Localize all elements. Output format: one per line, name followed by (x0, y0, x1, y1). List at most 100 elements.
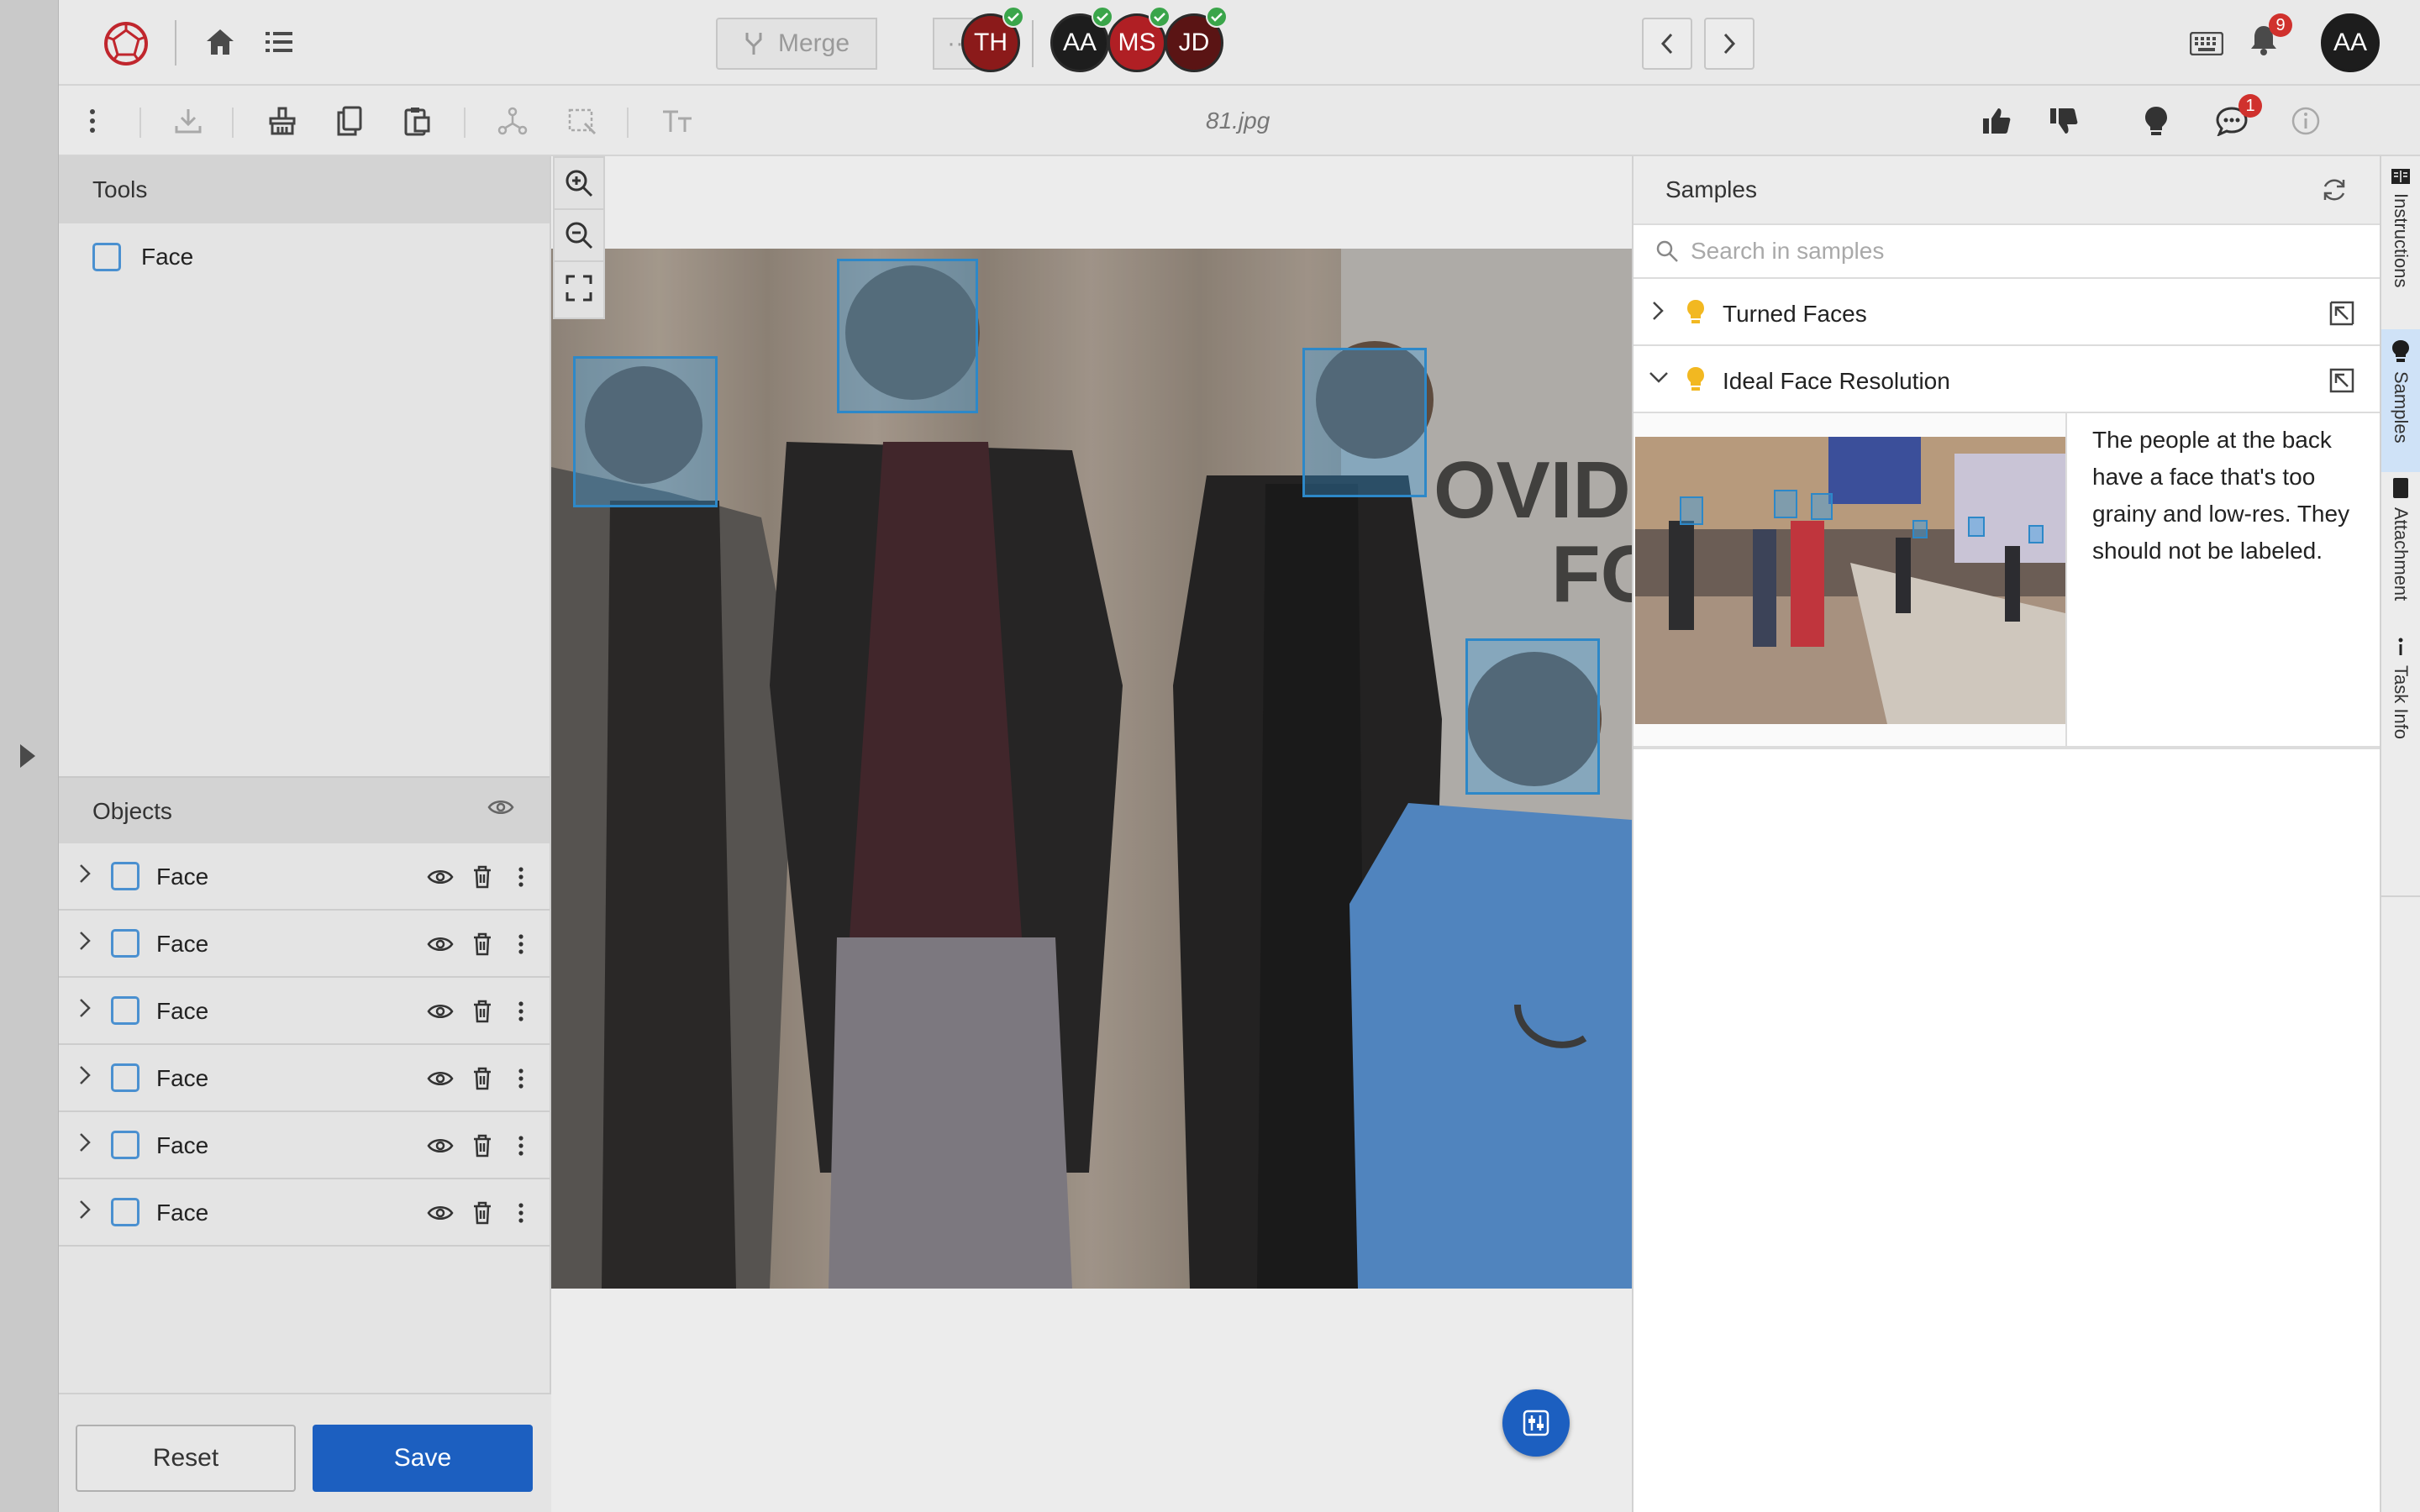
tab-samples[interactable]: Samples (2381, 329, 2420, 472)
samples-search[interactable]: Search in samples (1634, 223, 2380, 279)
search-input[interactable]: Search in samples (1691, 238, 1884, 265)
face-bounding-box[interactable] (1465, 638, 1600, 795)
copy-icon[interactable] (329, 101, 370, 141)
chevron-right-icon[interactable] (77, 1198, 92, 1221)
eye-icon[interactable] (424, 860, 457, 894)
clean-brush-icon[interactable] (262, 101, 302, 141)
object-row[interactable]: Face (59, 843, 550, 911)
check-icon (1002, 6, 1024, 28)
more-vertical-icon[interactable] (72, 101, 113, 141)
trash-icon[interactable] (466, 1129, 499, 1163)
annotated-image[interactable]: OVID FC (551, 249, 1632, 1289)
object-row[interactable]: Face (59, 1045, 550, 1112)
more-vertical-icon[interactable] (504, 1062, 538, 1095)
object-checkbox[interactable] (111, 1063, 139, 1092)
thumbs-down-icon[interactable] (2044, 101, 2084, 141)
object-checkbox[interactable] (111, 1131, 139, 1159)
more-vertical-icon[interactable] (504, 1129, 538, 1163)
open-external-icon[interactable] (2329, 368, 2354, 393)
open-external-icon[interactable] (2329, 301, 2354, 326)
trash-icon[interactable] (466, 1062, 499, 1095)
sample-card: The people at the back have a face that'… (1634, 413, 2380, 749)
object-checkbox[interactable] (111, 862, 139, 890)
home-icon[interactable] (200, 22, 240, 62)
more-vertical-icon[interactable] (504, 860, 538, 894)
object-row[interactable]: Face (59, 978, 550, 1045)
eye-icon[interactable] (424, 1196, 457, 1230)
more-vertical-icon[interactable] (504, 995, 538, 1028)
bounding-box-icon[interactable] (561, 101, 602, 141)
sample-item-turned-faces[interactable]: Turned Faces (1634, 279, 2380, 346)
sample-description: The people at the back have a face that'… (2092, 427, 2350, 564)
tab-task-info[interactable]: Task Info (2381, 627, 2420, 739)
object-checkbox[interactable] (111, 929, 139, 958)
notification-badge: 9 (2269, 13, 2292, 37)
lightbulb-icon (1687, 300, 1704, 323)
zoom-in-button[interactable] (555, 158, 603, 210)
more-vertical-icon[interactable] (504, 1196, 538, 1230)
collaborator-avatar[interactable]: MS (1107, 6, 1171, 72)
left-rail (0, 0, 59, 1512)
collaborator-avatar[interactable]: AA (1050, 6, 1113, 72)
graph-nodes-icon[interactable] (492, 101, 533, 141)
tools-title: Tools (92, 176, 148, 202)
app-logo-icon[interactable] (101, 18, 151, 69)
object-checkbox[interactable] (111, 996, 139, 1025)
trash-icon[interactable] (466, 927, 499, 961)
chevron-right-icon[interactable] (77, 862, 92, 885)
eye-icon[interactable] (424, 1062, 457, 1095)
reset-button[interactable]: Reset (76, 1425, 296, 1492)
divider (2381, 895, 2420, 897)
lightbulb-icon[interactable] (2136, 101, 2176, 141)
collaborator-avatar[interactable]: TH (961, 6, 1024, 72)
trash-icon[interactable] (466, 995, 499, 1028)
tool-item-face[interactable]: Face (59, 223, 550, 291)
chevron-right-icon[interactable] (77, 1063, 92, 1087)
sample-item-ideal-face-resolution[interactable]: Ideal Face Resolution (1634, 346, 2380, 413)
text-size-icon[interactable] (657, 101, 697, 141)
info-icon[interactable] (2286, 101, 2326, 141)
tool-checkbox[interactable] (92, 243, 121, 271)
trash-icon[interactable] (466, 1196, 499, 1230)
sample-image[interactable] (1635, 437, 2065, 724)
annotation-toolbar: 81.jpg 1 (59, 86, 2420, 156)
chevron-right-icon[interactable] (77, 1131, 92, 1154)
eye-icon[interactable] (424, 1129, 457, 1163)
download-icon[interactable] (168, 101, 208, 141)
adjustments-button[interactable] (1502, 1389, 1570, 1457)
face-bounding-box[interactable] (837, 259, 978, 413)
previous-button[interactable] (1642, 18, 1692, 70)
eye-icon[interactable] (424, 927, 457, 961)
tab-instructions[interactable]: Instructions (2381, 168, 2420, 288)
user-avatar[interactable]: AA (2321, 13, 2380, 72)
face-bounding-box[interactable] (573, 356, 718, 507)
object-row[interactable]: Face (59, 911, 550, 978)
trash-icon[interactable] (466, 860, 499, 894)
notifications-icon[interactable]: 9 (2244, 13, 2292, 60)
next-button[interactable] (1704, 18, 1754, 70)
collaborator-avatar[interactable]: JD (1165, 6, 1228, 72)
thumbs-up-icon[interactable] (1976, 101, 2017, 141)
comments-icon[interactable]: 1 (2212, 94, 2262, 141)
refresh-icon[interactable] (2321, 176, 2348, 203)
chevron-right-icon[interactable] (77, 929, 92, 953)
tab-label: Instructions (2391, 193, 2412, 288)
eye-icon[interactable] (424, 995, 457, 1028)
tab-attachment[interactable]: Attachment (2381, 467, 2420, 601)
object-row[interactable]: Face (59, 1179, 550, 1247)
face-bounding-box[interactable] (1302, 348, 1427, 497)
task-list-icon[interactable] (259, 22, 299, 62)
zoom-out-button[interactable] (555, 210, 603, 262)
more-vertical-icon[interactable] (504, 927, 538, 961)
merge-button[interactable]: Merge (716, 18, 877, 70)
chevron-right-icon[interactable] (77, 996, 92, 1020)
fit-screen-button[interactable] (555, 262, 603, 314)
check-icon (1149, 6, 1171, 28)
object-row[interactable]: Face (59, 1112, 550, 1179)
save-button[interactable]: Save (313, 1425, 533, 1492)
object-checkbox[interactable] (111, 1198, 139, 1226)
expand-panel-icon[interactable] (17, 743, 39, 769)
paste-icon[interactable] (397, 101, 437, 141)
keyboard-icon[interactable] (2186, 24, 2227, 64)
eye-icon[interactable] (487, 798, 514, 816)
